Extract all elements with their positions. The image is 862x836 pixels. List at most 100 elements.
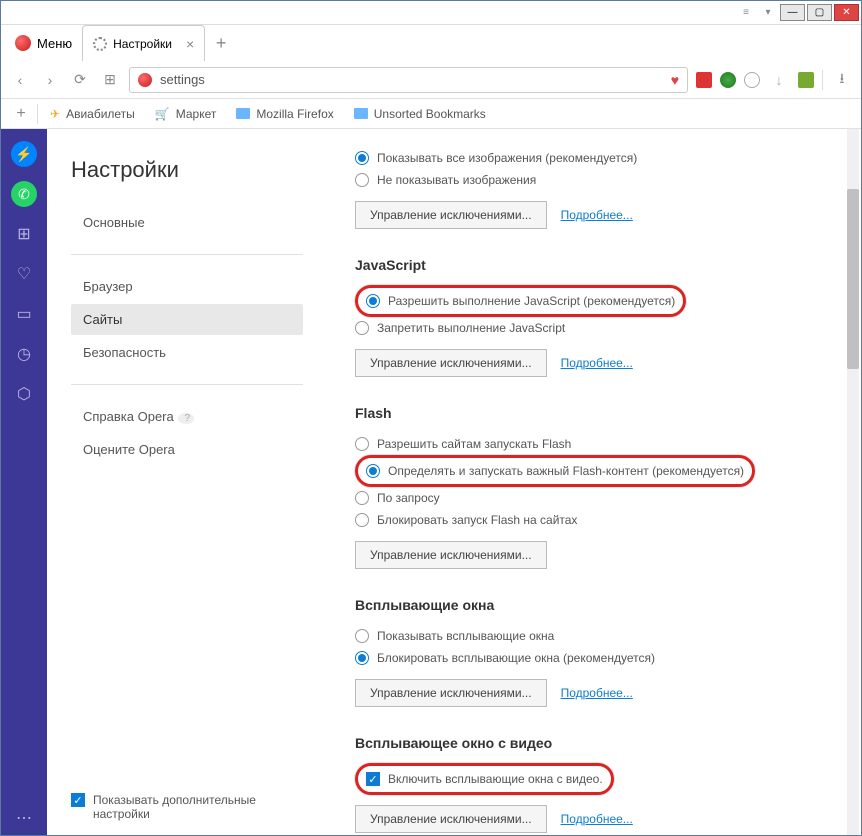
sidebar-item-sites[interactable]: Сайты bbox=[71, 304, 303, 335]
bookmark-label: Маркет bbox=[176, 107, 217, 121]
bookmark-unsorted[interactable]: Unsorted Bookmarks bbox=[346, 104, 494, 124]
radio-label: Запретить выполнение JavaScript bbox=[377, 321, 565, 335]
check-video-enable[interactable]: Включить всплывающие окна с видео. bbox=[366, 768, 603, 790]
radio-icon bbox=[355, 321, 369, 335]
scrollbar[interactable] bbox=[847, 129, 859, 835]
learn-more-link[interactable]: Подробнее... bbox=[561, 356, 633, 370]
sidebar-item-basic[interactable]: Основные bbox=[71, 207, 303, 238]
radio-label: Показывать всплывающие окна bbox=[377, 629, 554, 643]
separator bbox=[71, 254, 303, 255]
history-button[interactable]: ◷ bbox=[7, 337, 41, 371]
whatsapp-icon: ✆ bbox=[11, 181, 37, 207]
whatsapp-button[interactable]: ✆ bbox=[7, 177, 41, 211]
radio-icon bbox=[366, 294, 380, 308]
titlebar-extra-icon[interactable]: ≡ bbox=[736, 4, 756, 21]
manage-exceptions-button[interactable]: Управление исключениями... bbox=[355, 201, 547, 229]
radio-flash-detect[interactable]: Определять и запускать важный Flash-конт… bbox=[366, 460, 744, 482]
titlebar-dropdown-icon[interactable]: ▾ bbox=[758, 4, 778, 21]
url-box[interactable]: ♥ bbox=[129, 67, 688, 93]
learn-more-link[interactable]: Подробнее... bbox=[561, 208, 633, 222]
radio-js-allow[interactable]: Разрешить выполнение JavaScript (рекомен… bbox=[366, 290, 675, 312]
minimize-button[interactable]: — bbox=[780, 4, 805, 21]
radio-label: Разрешить сайтам запускать Flash bbox=[377, 437, 571, 451]
radio-flash-block[interactable]: Блокировать запуск Flash на сайтах bbox=[355, 509, 833, 531]
bookmark-market[interactable]: 🛒 Маркет bbox=[147, 104, 225, 124]
page-title: Настройки bbox=[71, 157, 303, 183]
highlight-annotation: Определять и запускать важный Flash-конт… bbox=[355, 455, 755, 487]
radio-label: Разрешить выполнение JavaScript (рекомен… bbox=[388, 294, 675, 308]
highlight-annotation: Разрешить выполнение JavaScript (рекомен… bbox=[355, 285, 686, 317]
menu-label: Меню bbox=[37, 36, 72, 51]
bookmark-flights[interactable]: ✈ Авиабилеты bbox=[42, 104, 143, 124]
gear-icon bbox=[93, 37, 107, 51]
opera-icon bbox=[138, 73, 152, 87]
news-button[interactable]: ▭ bbox=[7, 297, 41, 331]
highlight-annotation: Включить всплывающие окна с видео. bbox=[355, 763, 614, 795]
url-input[interactable] bbox=[160, 72, 663, 87]
manage-exceptions-button[interactable]: Управление исключениями... bbox=[355, 349, 547, 377]
bookmark-firefox[interactable]: Mozilla Firefox bbox=[228, 104, 341, 124]
messenger-icon: ⚡ bbox=[11, 141, 37, 167]
show-advanced-row[interactable]: Показывать дополнительные настройки bbox=[71, 793, 291, 821]
extension-icon-4[interactable] bbox=[798, 72, 814, 88]
section-images: Показывать все изображения (рекомендуетс… bbox=[355, 147, 833, 229]
address-bar: ‹ › ⟳ ⊞ ♥ ↓ ⭳ bbox=[1, 61, 861, 99]
tab-bar: Меню Настройки × + bbox=[1, 25, 861, 61]
reload-button[interactable]: ⟳ bbox=[69, 69, 91, 91]
close-button[interactable]: ✕ bbox=[834, 4, 859, 21]
radio-icon bbox=[366, 464, 380, 478]
learn-more-link[interactable]: Подробнее... bbox=[561, 812, 633, 826]
extension-icon-3[interactable] bbox=[744, 72, 760, 88]
speed-dial-button[interactable]: ⊞ bbox=[99, 69, 121, 91]
radio-popups-block[interactable]: Блокировать всплывающие окна (рекомендуе… bbox=[355, 647, 833, 669]
extensions-button[interactable]: ⬡ bbox=[7, 377, 41, 411]
manage-exceptions-button[interactable]: Управление исключениями... bbox=[355, 805, 547, 833]
radio-label: Не показывать изображения bbox=[377, 173, 536, 187]
sidebar-item-help[interactable]: Справка Opera bbox=[71, 401, 303, 432]
radio-popups-show[interactable]: Показывать всплывающие окна bbox=[355, 625, 833, 647]
sidebar-item-browser[interactable]: Браузер bbox=[71, 271, 303, 302]
radio-flash-allow[interactable]: Разрешить сайтам запускать Flash bbox=[355, 433, 833, 455]
radio-flash-ask[interactable]: По запросу bbox=[355, 487, 833, 509]
radio-icon bbox=[355, 651, 369, 665]
manage-exceptions-button[interactable]: Управление исключениями... bbox=[355, 541, 547, 569]
menu-button[interactable]: Меню bbox=[5, 25, 82, 61]
add-bookmark-button[interactable]: + bbox=[9, 102, 33, 126]
new-tab-button[interactable]: + bbox=[207, 25, 235, 61]
download-icon-2[interactable]: ⭳ bbox=[831, 69, 853, 91]
radio-images-hide[interactable]: Не показывать изображения bbox=[355, 169, 833, 191]
apps-button[interactable]: ⊞ bbox=[7, 217, 41, 251]
extension-icon-2[interactable] bbox=[720, 72, 736, 88]
section-video-popup: Всплывающее окно с видео Включить всплыв… bbox=[355, 735, 833, 833]
extension-icon-1[interactable] bbox=[696, 72, 712, 88]
messenger-button[interactable]: ⚡ bbox=[7, 137, 41, 171]
radio-images-show[interactable]: Показывать все изображения (рекомендуетс… bbox=[355, 147, 833, 169]
sidebar-item-rate[interactable]: Оцените Opera bbox=[71, 434, 303, 465]
section-javascript: JavaScript Разрешить выполнение JavaScri… bbox=[355, 257, 833, 377]
checkbox-icon bbox=[366, 772, 380, 786]
cart-icon: 🛒 bbox=[155, 107, 170, 121]
back-button[interactable]: ‹ bbox=[9, 69, 31, 91]
checkbox-label: Включить всплывающие окна с видео. bbox=[388, 772, 603, 786]
plane-icon: ✈ bbox=[50, 107, 60, 121]
tab-close-icon[interactable]: × bbox=[186, 36, 194, 52]
activity-more-button[interactable]: ⋯ bbox=[7, 801, 41, 835]
section-title: Всплывающее окно с видео bbox=[355, 735, 833, 751]
tab-settings[interactable]: Настройки × bbox=[82, 25, 205, 61]
scrollbar-thumb[interactable] bbox=[847, 189, 859, 369]
radio-js-deny[interactable]: Запретить выполнение JavaScript bbox=[355, 317, 833, 339]
manage-exceptions-button[interactable]: Управление исключениями... bbox=[355, 679, 547, 707]
favorites-button[interactable]: ♡ bbox=[7, 257, 41, 291]
sidebar-item-security[interactable]: Безопасность bbox=[71, 337, 303, 368]
learn-more-link[interactable]: Подробнее... bbox=[561, 686, 633, 700]
show-advanced-label: Показывать дополнительные настройки bbox=[93, 793, 291, 821]
heart-icon[interactable]: ♥ bbox=[671, 72, 679, 88]
download-icon[interactable]: ↓ bbox=[768, 69, 790, 91]
titlebar: ≡ ▾ — ▢ ✕ bbox=[1, 1, 861, 25]
show-advanced-checkbox[interactable] bbox=[71, 793, 85, 807]
tab-title: Настройки bbox=[113, 37, 172, 51]
maximize-button[interactable]: ▢ bbox=[807, 4, 832, 21]
activity-bar: ⚡ ✆ ⊞ ♡ ▭ ◷ ⬡ ⋯ bbox=[1, 129, 47, 835]
bookmark-label: Mozilla Firefox bbox=[256, 107, 333, 121]
forward-button[interactable]: › bbox=[39, 69, 61, 91]
